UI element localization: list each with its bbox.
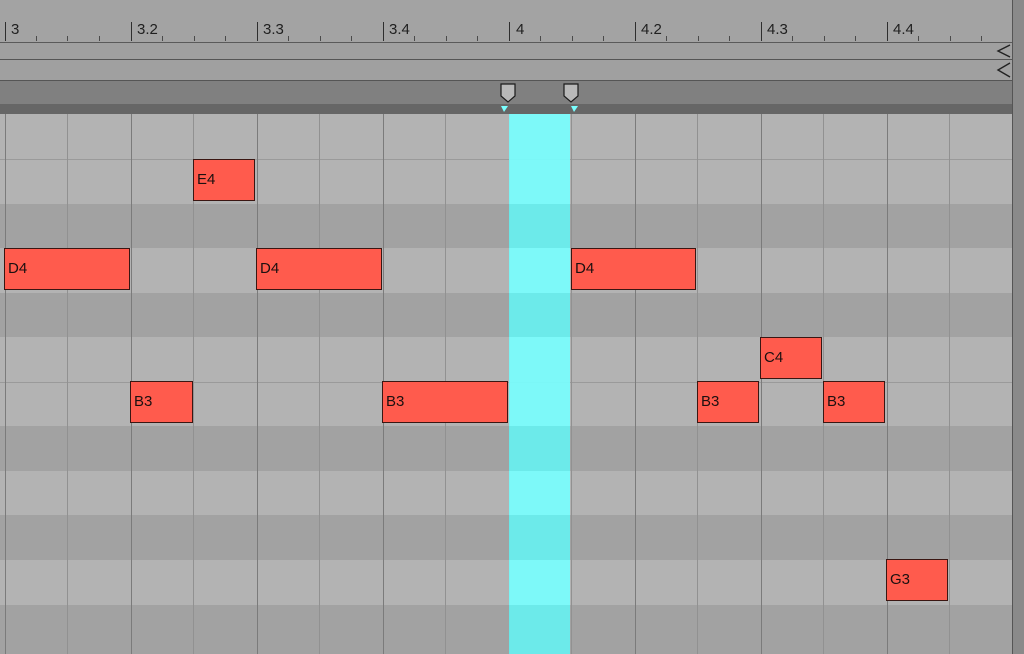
sub-tick [981, 36, 982, 41]
key-lane [0, 560, 1012, 605]
bar-label: 4 [516, 21, 525, 38]
midi-note[interactable]: C4 [760, 337, 822, 379]
grid-line [949, 114, 950, 654]
sub-tick [792, 36, 793, 41]
sub-tick [698, 36, 699, 41]
key-lane [0, 159, 1012, 204]
key-lane [0, 605, 1012, 654]
bar-tick [761, 22, 762, 41]
sub-tick [666, 36, 667, 41]
bar-label: 3.4 [389, 21, 410, 38]
bar-label: 3.3 [263, 21, 284, 38]
timeline-ruler[interactable]: 3 3.2 3.3 3.4 4 4.2 4.3 4.4 [0, 0, 1012, 43]
grid-line [67, 114, 68, 654]
sub-tick [351, 36, 352, 41]
sub-tick [446, 36, 447, 41]
selection-lane-shade [509, 605, 570, 654]
grid-line [319, 114, 320, 654]
sub-tick [855, 36, 856, 41]
loop-end-marker-icon[interactable] [563, 83, 579, 113]
key-lane [0, 515, 1012, 560]
sub-tick [36, 36, 37, 41]
lane-separator [0, 159, 1012, 160]
bar-tick [383, 22, 384, 41]
grid-line [571, 114, 572, 654]
bar-label: 3.2 [137, 21, 158, 38]
sub-tick [225, 36, 226, 41]
sub-tick [540, 36, 541, 41]
sub-tick [99, 36, 100, 41]
grid-line [257, 114, 258, 654]
bar-label: 4.3 [767, 21, 788, 38]
selection-lane-shade [509, 204, 570, 248]
sub-tick [414, 36, 415, 41]
sub-tick [824, 36, 825, 41]
selection-lane-shade [509, 515, 570, 560]
sub-tick [194, 36, 195, 41]
sub-tick [320, 36, 321, 41]
collapse-arrow-icon[interactable] [994, 60, 1012, 80]
midi-note[interactable]: B3 [130, 381, 193, 423]
sub-tick [918, 36, 919, 41]
bar-tick [257, 22, 258, 41]
midi-note[interactable]: E4 [193, 159, 255, 201]
key-lane [0, 248, 1012, 293]
sub-tick [572, 36, 573, 41]
bar-tick [509, 22, 510, 41]
sub-tick [477, 36, 478, 41]
bar-label: 3 [11, 21, 20, 38]
grid-line [5, 114, 6, 654]
right-edge-panel [1012, 0, 1024, 654]
midi-note[interactable]: D4 [571, 248, 696, 290]
grid-line [635, 114, 636, 654]
sub-tick [603, 36, 604, 41]
midi-note[interactable]: G3 [886, 559, 948, 601]
collapse-arrow-icon[interactable] [994, 43, 1012, 59]
midi-note-editor[interactable]: 3 3.2 3.3 3.4 4 4.2 4.3 4.4 E4 D4 D4 D4 … [0, 0, 1024, 654]
key-lane [0, 204, 1012, 248]
sub-tick [288, 36, 289, 41]
key-lane [0, 293, 1012, 337]
selection-lane-shade [509, 293, 570, 337]
bar-tick [131, 22, 132, 41]
sub-tick [67, 36, 68, 41]
grid-line [761, 114, 762, 654]
bar-tick [635, 22, 636, 41]
bar-tick [5, 22, 6, 41]
time-selection-highlight[interactable] [509, 114, 570, 654]
loop-start-marker-icon[interactable] [500, 83, 516, 113]
midi-note[interactable]: B3 [823, 381, 885, 423]
selection-lane-shade [509, 426, 570, 471]
bar-tick [887, 22, 888, 41]
bar-label: 4.2 [641, 21, 662, 38]
bar-label: 4.4 [893, 21, 914, 38]
midi-note[interactable]: B3 [697, 381, 759, 423]
key-lane [0, 471, 1012, 515]
midi-note[interactable]: B3 [382, 381, 508, 423]
scrub-strip[interactable] [0, 60, 1012, 81]
sub-tick [729, 36, 730, 41]
key-lane [0, 426, 1012, 471]
key-lane [0, 114, 1012, 159]
midi-note[interactable]: D4 [4, 248, 130, 290]
sub-tick [162, 36, 163, 41]
loop-brace-strip[interactable] [0, 43, 1012, 60]
key-lane [0, 337, 1012, 382]
sub-tick [950, 36, 951, 41]
midi-note[interactable]: D4 [256, 248, 382, 290]
